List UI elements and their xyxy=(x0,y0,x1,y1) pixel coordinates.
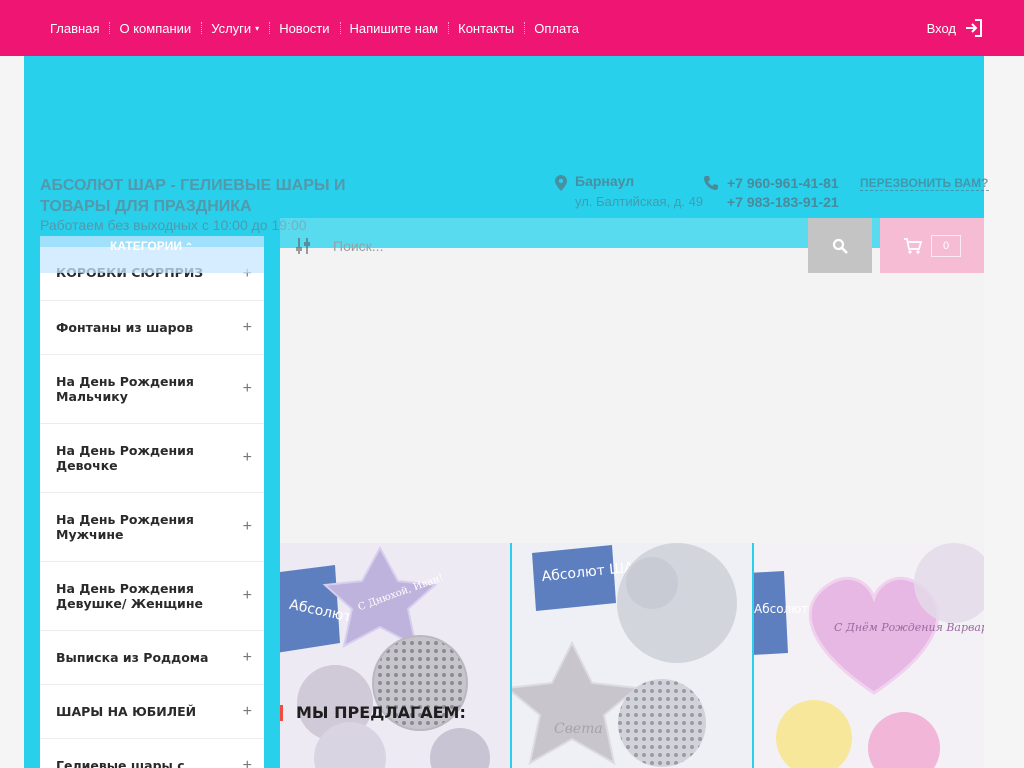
category-item[interactable]: На День Рождения Девочке + xyxy=(40,424,264,493)
login-label: Вход xyxy=(926,20,956,36)
city-name: Барнаул xyxy=(575,173,635,189)
nav-item-label: Контакты xyxy=(458,20,515,36)
login-button[interactable]: Вход xyxy=(927,0,984,56)
plus-icon[interactable]: + xyxy=(243,703,252,721)
page-edge-right xyxy=(984,56,1024,768)
balloon-bouquet-image: Абсолют ШАР С Днём Рождения Варвара! xyxy=(754,543,984,768)
balloon-text: Света xyxy=(554,721,603,737)
category-label: На День Рождения Мальчику xyxy=(56,374,194,404)
nav-item-write-us[interactable]: Напишите нам xyxy=(339,20,449,36)
callback-link[interactable]: ПЕРЕЗВОНИТЬ ВАМ? xyxy=(860,176,989,191)
nav-item-label: Услуги xyxy=(211,20,252,36)
nav-item-payment[interactable]: Оплата xyxy=(524,21,589,36)
balloon-text: С Днём Рождения Варвара! xyxy=(834,621,984,634)
categories-toggle[interactable]: КАТЕГОРИИ xyxy=(40,236,264,273)
phone-number[interactable]: +7 960-961-41-81 xyxy=(727,174,839,193)
top-navbar: Главная О компании Услуги ▾ Новости Напиш… xyxy=(0,0,1024,56)
plus-icon[interactable]: + xyxy=(243,319,252,337)
heading-accent-bar xyxy=(280,704,283,721)
category-item[interactable]: На День Рождения Мальчику + xyxy=(40,355,264,424)
main-menu: Главная О компании Услуги ▾ Новости Напиш… xyxy=(40,0,589,56)
phone-number[interactable]: +7 983-183-91-21 xyxy=(727,193,839,212)
nav-item-label: Оплата xyxy=(534,20,580,36)
category-list: КОРОБКИ СЮРПРИЗ+ Фонтаны из шаров+ На Де… xyxy=(40,247,264,768)
category-label: Гелиевые шары с xyxy=(56,758,185,768)
category-label: Выписка из Роддома xyxy=(56,650,209,665)
category-item[interactable]: Выписка из Роддома + xyxy=(40,631,264,685)
category-label: На День Рождения Девочке xyxy=(56,443,194,473)
plus-icon[interactable]: + xyxy=(243,587,252,605)
search-button[interactable] xyxy=(808,218,872,273)
nav-item-home[interactable]: Главная xyxy=(40,21,109,36)
nav-item-about[interactable]: О компании xyxy=(109,21,201,36)
category-label: На День Рождения Девушке/ Женщине xyxy=(56,581,203,611)
page-edge-left xyxy=(0,56,24,768)
plus-icon[interactable]: + xyxy=(243,757,252,768)
category-item[interactable]: На День Рождения Мужчине + xyxy=(40,493,264,562)
nav-item-contacts[interactable]: Контакты xyxy=(448,21,524,36)
nav-item-news[interactable]: Новости xyxy=(269,21,339,36)
search-field-wrap xyxy=(295,232,795,260)
map-pin-icon xyxy=(555,175,567,191)
balloon-bouquet-image: Абсолют ШАР С Днюхой, Иван! xyxy=(280,543,510,768)
main-content-area xyxy=(280,248,984,543)
filter-icon[interactable] xyxy=(295,237,311,255)
category-item[interactable]: ШАРЫ НА ЮБИЛЕЙ + xyxy=(40,685,264,739)
site-title[interactable]: АБСОЛЮТ ШАР - ГЕЛИЕВЫЕ ШАРЫ И ТОВАРЫ ДЛЯ… xyxy=(40,175,370,217)
cart-button[interactable]: 0 xyxy=(880,218,984,273)
section-heading: МЫ ПРЕДЛАГАЕМ: xyxy=(280,703,466,722)
nav-item-services[interactable]: Услуги ▾ xyxy=(201,21,269,36)
cart-icon xyxy=(904,237,923,254)
product-image[interactable]: Абсолют ШАР С Днём Рождения Варвара! xyxy=(754,543,984,768)
search-icon xyxy=(832,238,848,254)
categories-header-label: КАТЕГОРИИ xyxy=(110,239,193,253)
cart-count-badge: 0 xyxy=(931,234,961,257)
product-image[interactable]: Абсолют ШАР Света xyxy=(512,543,752,768)
location-block: Барнаул ул. Балтийская, д. 49 xyxy=(555,173,703,209)
plus-icon[interactable]: + xyxy=(243,649,252,667)
plus-icon[interactable]: + xyxy=(243,449,252,467)
chevron-down-icon: ▾ xyxy=(255,23,260,33)
plus-icon[interactable]: + xyxy=(243,380,252,398)
category-item[interactable]: Гелиевые шары с + xyxy=(40,739,264,768)
search-input[interactable] xyxy=(333,238,733,254)
working-hours: Работаем без выходных с 10:00 до 19:00 xyxy=(40,217,307,233)
login-icon xyxy=(966,19,982,37)
nav-item-label: Напишите нам xyxy=(349,20,439,36)
category-item[interactable]: На День Рождения Девушке/ Женщине + xyxy=(40,562,264,631)
nav-item-label: О компании xyxy=(119,20,192,36)
nav-item-label: Главная xyxy=(50,20,100,36)
category-label: ШАРЫ НА ЮБИЛЕЙ xyxy=(56,704,197,719)
category-label: Фонтаны из шаров xyxy=(56,320,194,335)
plus-icon[interactable]: + xyxy=(243,518,252,536)
phone-icon xyxy=(704,176,718,190)
product-image[interactable]: Абсолют ШАР С Днюхой, Иван! xyxy=(280,543,510,768)
phone-block: +7 960-961-41-81 +7 983-183-91-21 xyxy=(703,174,839,212)
street-address: ул. Балтийская, д. 49 xyxy=(575,194,704,209)
balloon-bouquet-image: Абсолют ШАР Света xyxy=(512,543,752,768)
category-label: На День Рождения Мужчине xyxy=(56,512,194,542)
nav-item-label: Новости xyxy=(279,20,330,36)
category-item[interactable]: Фонтаны из шаров + xyxy=(40,301,264,355)
section-title: МЫ ПРЕДЛАГАЕМ: xyxy=(296,703,466,722)
